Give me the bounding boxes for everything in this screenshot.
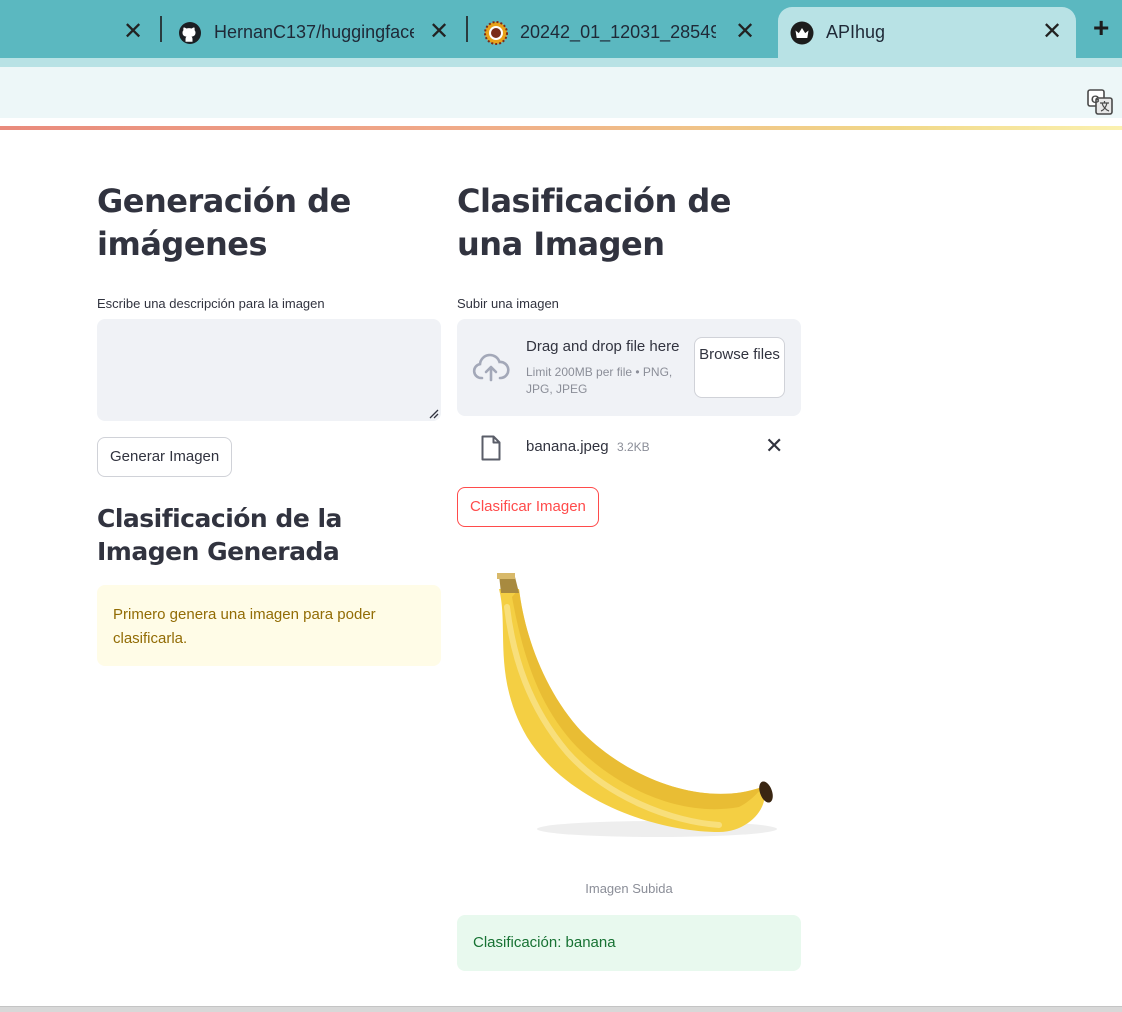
- generation-title: Generación de imágenes: [97, 182, 351, 263]
- tab-close-icon[interactable]: ✕: [735, 20, 755, 44]
- svg-text:G: G: [1091, 94, 1100, 106]
- translate-icon[interactable]: G: [1087, 89, 1113, 115]
- uploaded-file-row: banana.jpeg 3.2KB ✕: [457, 416, 801, 478]
- browser-tab-strip: ✕ HernanC137/huggingface ✕ 20242_01_1203…: [0, 0, 1122, 58]
- tab-title: APIhug: [826, 22, 886, 42]
- course-logo-icon: [484, 20, 508, 45]
- github-icon: [178, 21, 202, 45]
- image-generation-column: Generación de imágenes Escribe una descr…: [97, 180, 441, 666]
- file-dropzone[interactable]: Drag and drop file here Limit 200MB per …: [457, 319, 801, 416]
- image-classification-column: Clasificación de una Imagen Subir una im…: [457, 180, 801, 971]
- file-name: banana.jpeg: [526, 438, 609, 455]
- browser-toolbar: G: [0, 58, 1122, 118]
- classify-image-button[interactable]: Clasificar Imagen: [457, 487, 599, 527]
- tab-title: 20242_01_12031_28549_f: [520, 22, 716, 42]
- tab-title: HernanC137/huggingface: [214, 22, 414, 42]
- remove-file-icon[interactable]: ✕: [765, 433, 783, 459]
- upload-label: Subir una imagen: [457, 296, 559, 311]
- prompt-textarea[interactable]: [97, 319, 441, 421]
- app-main: Generación de imágenes Escribe una descr…: [0, 130, 1122, 1006]
- cloud-upload-icon: [472, 353, 510, 382]
- dropzone-title: Drag and drop file here: [526, 338, 680, 355]
- new-tab-button[interactable]: +: [1093, 13, 1109, 43]
- banana-image: [497, 573, 777, 837]
- tab-github[interactable]: HernanC137/huggingface ✕: [178, 7, 466, 58]
- tab-apihug[interactable]: APIhug ✕: [778, 7, 1076, 58]
- prompt-label: Escribe una descripción para la imagen: [97, 296, 325, 311]
- uploaded-image: [457, 567, 801, 867]
- generated-classification-title: Clasificación de la Imagen Generada: [97, 504, 342, 566]
- tab-separator: [466, 16, 468, 42]
- tab-previous[interactable]: ✕: [0, 7, 160, 58]
- classification-result: Clasificación: banana: [457, 915, 801, 971]
- resize-handle-icon[interactable]: [427, 407, 439, 419]
- tab-close-icon[interactable]: ✕: [429, 20, 449, 44]
- window-bottom-edge: [0, 1006, 1122, 1012]
- file-icon: [481, 435, 501, 461]
- tab-separator: [160, 16, 162, 42]
- classification-title: Clasificación de una Imagen: [457, 182, 731, 263]
- browse-files-button[interactable]: Browse files: [694, 337, 785, 398]
- tab-close-icon[interactable]: ✕: [1042, 20, 1062, 44]
- file-size: 3.2KB: [617, 440, 650, 454]
- tab-course[interactable]: 20242_01_12031_28549_f ✕: [484, 7, 772, 58]
- generate-image-button[interactable]: Generar Imagen: [97, 437, 233, 477]
- warning-alert: Primero genera una imagen para poder cla…: [97, 585, 441, 666]
- address-bar-area[interactable]: G: [0, 67, 1122, 118]
- image-caption: Imagen Subida: [585, 881, 673, 896]
- crown-icon: [790, 21, 814, 45]
- dropzone-limit: Limit 200MB per file • PNG, JPG, JPEG: [526, 365, 673, 396]
- tab-close-icon[interactable]: ✕: [123, 20, 143, 44]
